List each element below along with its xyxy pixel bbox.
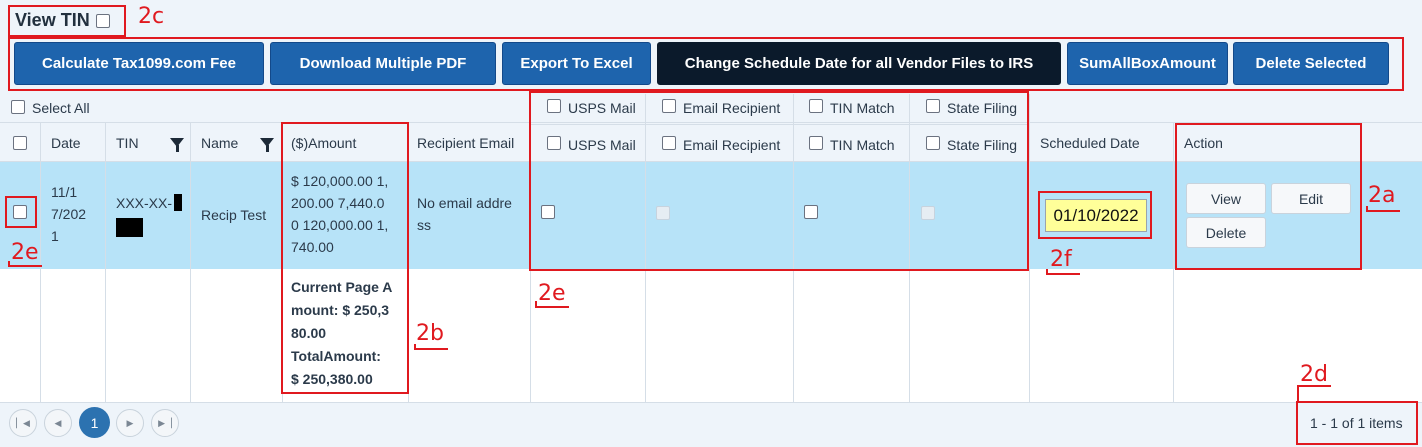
column-header-date[interactable]: Date xyxy=(51,135,81,151)
annotation-mark xyxy=(535,301,569,308)
annotation-box xyxy=(529,91,1029,271)
annotation-mark xyxy=(1297,385,1331,401)
row-tin-masked: XXX-XX- xyxy=(116,195,173,211)
select-all-label: Select All xyxy=(32,100,90,116)
totals-row xyxy=(0,269,1422,402)
select-all-checkbox[interactable] xyxy=(11,100,25,114)
annotation-box xyxy=(1175,123,1362,270)
annotation-box xyxy=(8,37,1404,91)
redaction-mask xyxy=(174,194,182,211)
prev-page-button[interactable]: ◀ xyxy=(44,409,72,437)
redaction-mask xyxy=(116,218,143,237)
grid-line xyxy=(190,122,191,402)
column-header-name[interactable]: Name xyxy=(201,135,238,151)
row-date-line: 1 xyxy=(51,228,59,244)
annotation-label: 2a xyxy=(1368,183,1396,208)
annotation-box xyxy=(5,196,37,228)
annotation-label: 2d xyxy=(1300,362,1328,387)
annotation-box xyxy=(8,5,126,37)
grid-line xyxy=(1173,122,1174,402)
annotation-box xyxy=(281,122,409,394)
grid-line xyxy=(1029,94,1030,402)
row-date: 11/1 7/202 1 xyxy=(51,181,86,247)
column-header-scheduled-date[interactable]: Scheduled Date xyxy=(1040,135,1140,151)
last-page-button[interactable]: ▶▕ xyxy=(151,409,179,437)
annotation-box xyxy=(1296,401,1418,445)
filter-icon[interactable] xyxy=(260,138,274,152)
next-page-button[interactable]: ▶ xyxy=(116,409,144,437)
current-page-button[interactable]: 1 xyxy=(79,407,110,438)
annotation-box xyxy=(1038,191,1152,239)
annotation-label: 2c xyxy=(138,4,165,29)
row-email-line: ss xyxy=(417,217,431,233)
header-select-checkbox[interactable] xyxy=(13,136,27,150)
pager-bar xyxy=(0,402,1422,447)
row-name: Recip Test xyxy=(201,207,267,223)
annotation-label: 2b xyxy=(416,321,444,346)
row-recipient-email: No email addre ss xyxy=(417,192,512,236)
annotation-mark xyxy=(414,344,448,350)
row-email-line: No email addre xyxy=(417,195,512,211)
column-header-recipient-email[interactable]: Recipient Email xyxy=(417,135,514,151)
annotation-mark xyxy=(1046,269,1080,275)
grid-line xyxy=(105,122,106,402)
row-date-line: 7/202 xyxy=(51,206,87,222)
annotation-mark xyxy=(1366,206,1400,212)
first-page-button[interactable]: ▏◀ xyxy=(9,409,37,437)
row-date-line: 11/1 xyxy=(51,184,78,200)
annotation-mark xyxy=(8,261,42,267)
column-header-tin[interactable]: TIN xyxy=(116,135,139,151)
filter-icon[interactable] xyxy=(170,138,184,152)
